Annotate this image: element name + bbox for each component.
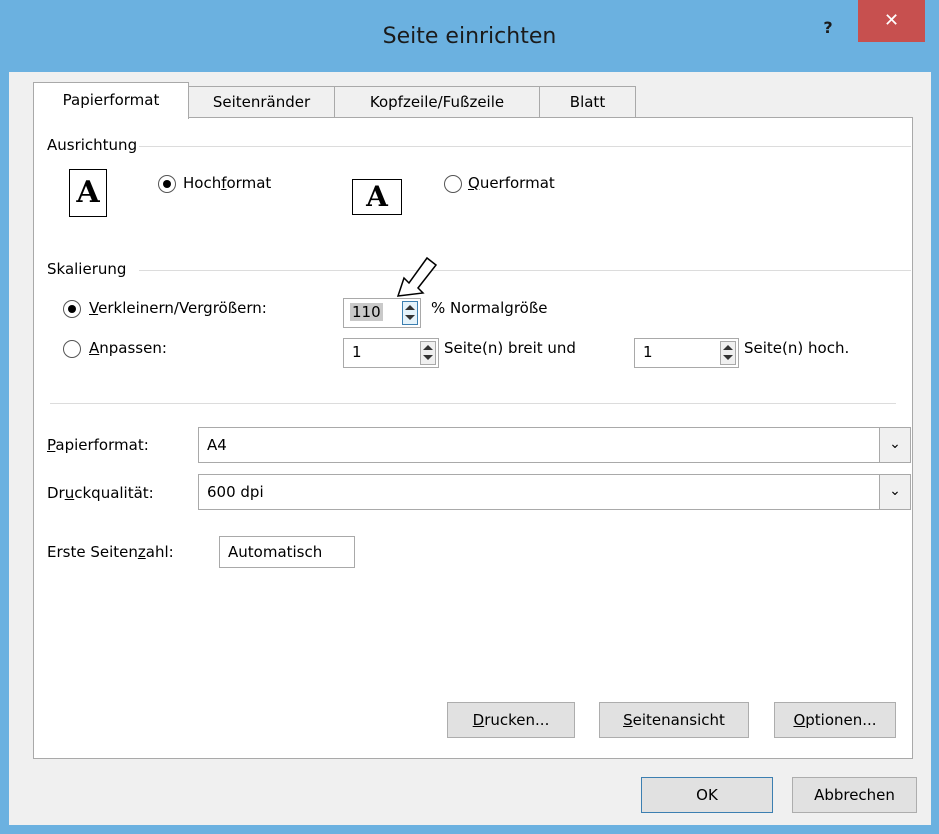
- title-bar[interactable]: Seite einrichten ? ✕: [0, 0, 939, 72]
- print-preview-button[interactable]: Seitenansicht: [599, 702, 749, 738]
- options-button[interactable]: Optionen...: [774, 702, 896, 738]
- spin-down-icon[interactable]: [723, 355, 733, 360]
- page-setup-dialog: Seite einrichten ? ✕ Papierformat Seiten…: [0, 0, 939, 834]
- tab-papierformat[interactable]: Papierformat: [33, 82, 189, 119]
- paper-size-value: A4: [207, 436, 227, 454]
- print-button[interactable]: Drucken...: [447, 702, 575, 738]
- fit-wide-spin-buttons[interactable]: [420, 341, 436, 365]
- chevron-down-icon[interactable]: ⌄: [879, 475, 910, 509]
- scale-percent-spin-buttons[interactable]: [402, 301, 418, 325]
- orientation-group-divider: [139, 146, 911, 147]
- spin-down-icon[interactable]: [405, 315, 415, 320]
- scaling-group-label: Skalierung: [47, 260, 127, 278]
- paper-size-dropdown[interactable]: A4 ⌄: [198, 427, 911, 463]
- first-page-number-input[interactable]: Automatisch: [219, 536, 355, 568]
- dialog-body: Papierformat Seitenränder Kopfzeile/Fußz…: [9, 72, 931, 825]
- spin-up-icon[interactable]: [405, 305, 415, 310]
- dialog-title: Seite einrichten: [382, 24, 557, 49]
- fit-to-label[interactable]: Anpassen:: [89, 339, 167, 357]
- fit-wide-value[interactable]: 1: [352, 343, 362, 361]
- spin-up-icon[interactable]: [423, 345, 433, 350]
- scale-percent-value[interactable]: 110: [350, 303, 383, 321]
- scale-percent-suffix: % Normalgröße: [431, 299, 548, 317]
- print-quality-label: Druckqualität:: [47, 484, 154, 502]
- help-button[interactable]: ?: [808, 14, 848, 46]
- portrait-page-icon: A: [69, 169, 107, 217]
- landscape-label[interactable]: Querformat: [468, 174, 555, 192]
- spin-down-icon[interactable]: [423, 355, 433, 360]
- tab-panel-papierformat: Ausrichtung A Hochformat A Querformat Sk…: [33, 117, 913, 759]
- fit-tall-spinner[interactable]: 1: [634, 338, 739, 368]
- tab-blatt[interactable]: Blatt: [539, 86, 636, 117]
- fit-tall-spin-buttons[interactable]: [720, 341, 736, 365]
- section-separator: [50, 403, 896, 404]
- print-quality-value: 600 dpi: [207, 483, 264, 501]
- tab-kopfzeile-fusszeile[interactable]: Kopfzeile/Fußzeile: [334, 86, 540, 117]
- orientation-group-label: Ausrichtung: [47, 136, 138, 154]
- pointer-arrow-icon: [396, 256, 438, 297]
- portrait-radio[interactable]: [158, 175, 176, 193]
- print-quality-dropdown[interactable]: 600 dpi ⌄: [198, 474, 911, 510]
- fit-to-radio[interactable]: [63, 340, 81, 358]
- landscape-radio[interactable]: [444, 175, 462, 193]
- landscape-page-icon: A: [352, 179, 402, 215]
- fit-tall-suffix: Seite(n) hoch.: [744, 339, 850, 357]
- spin-up-icon[interactable]: [723, 345, 733, 350]
- scaling-group-divider: [139, 270, 911, 271]
- fit-wide-suffix: Seite(n) breit und: [444, 339, 576, 357]
- scale-percent-spinner[interactable]: 110: [343, 298, 421, 328]
- first-page-number-value[interactable]: Automatisch: [228, 543, 322, 561]
- adjust-to-label[interactable]: Verkleinern/Vergrößern:: [89, 299, 267, 317]
- close-button[interactable]: ✕: [858, 0, 925, 42]
- close-icon: ✕: [883, 10, 900, 31]
- adjust-to-radio[interactable]: [63, 300, 81, 318]
- cancel-button[interactable]: Abbrechen: [792, 777, 917, 813]
- tab-seitenraender[interactable]: Seitenränder: [188, 86, 335, 117]
- first-page-number-label: Erste Seitenzahl:: [47, 543, 174, 561]
- fit-wide-spinner[interactable]: 1: [343, 338, 439, 368]
- fit-tall-value[interactable]: 1: [643, 343, 653, 361]
- ok-button[interactable]: OK: [641, 777, 773, 813]
- chevron-down-icon[interactable]: ⌄: [879, 428, 910, 462]
- paper-size-label: Papierformat:: [47, 436, 149, 454]
- portrait-label[interactable]: Hochformat: [183, 174, 271, 192]
